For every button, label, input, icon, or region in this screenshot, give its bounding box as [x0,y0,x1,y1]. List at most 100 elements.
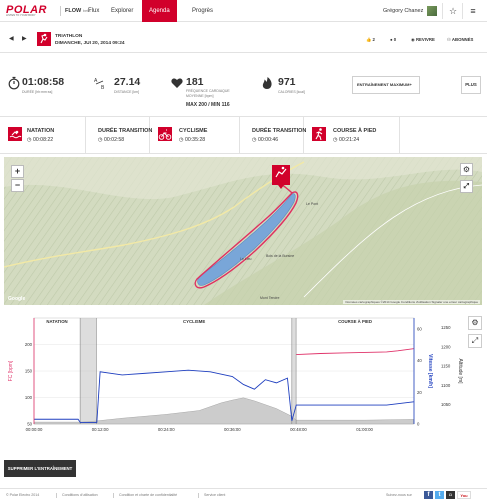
y-axis-label: FC [bpm] [8,360,14,381]
segment-time-value: 00:35:28 [184,137,206,143]
footer: © Polar Electro 2014 Conditions d'utilis… [0,488,487,500]
map-credit[interactable]: Données cartographiques ©2014 Google Con… [343,300,480,304]
user-avatar[interactable] [427,6,437,16]
footer-support-link[interactable]: Service client [204,493,225,497]
comment-button[interactable]: ● 0 [390,37,396,42]
map-place-label: Bois de la Bursine [266,254,294,258]
like-button[interactable]: 👍 2 [366,37,375,43]
altitude-tick-label: 1250 [441,325,451,330]
top-navigation: POLAR LISTEN TO YOUR BODY FLOW beta Flux… [0,0,487,22]
segment-time: ◷ 00:08:22 [27,137,54,143]
duration-value: 01:08:58 [22,76,65,88]
footer-follow-label: Suivez-nous sur [386,493,412,497]
speed-tick-label: 0 [417,422,420,427]
x-tick-label: 00:00:00 [26,427,43,432]
nav-progres[interactable]: Progrès [192,0,213,22]
benefit-dropdown[interactable]: ENTRAÎNEMENT MAXIMUM+ [352,76,420,94]
x-tick-label: 00:12:00 [92,427,109,432]
distance-label: DISTANCE [km] [114,90,140,94]
zoom-out-button[interactable]: − [11,179,24,192]
map-place-label: Le Pont [306,202,318,206]
segment-bike[interactable]: CYCLISME ◷ 00:35:28 [150,117,240,153]
nav-flux[interactable]: Flux [88,0,99,22]
footer-privacy-link[interactable]: Condition et charte de confidentialité [119,493,177,497]
map-settings-icon[interactable]: ⚙ [460,163,473,176]
heart-rate-min-label: MIN [211,102,221,108]
subscribers-button[interactable]: ⚇ ABONNÉS [447,37,473,43]
speed-tick-label: 60 [417,327,422,332]
zoom-in-button[interactable]: + [11,165,24,178]
segment-label: NATATION [46,319,67,324]
nav-agenda[interactable]: Agenda [142,0,177,22]
nav-explorer[interactable]: Explorer [111,0,133,22]
youtube-icon[interactable]: You [457,491,471,499]
sport-segments: NATATION ◷ 00:08:22 DURÉE TRANSITION ◷ 0… [0,116,487,154]
x-tick-label: 00:48:00 [290,427,307,432]
menu-icon[interactable]: ≡ [467,5,479,17]
divider [462,3,463,19]
comment-count: 0 [393,37,397,42]
segment-time-value: 00:08:22 [32,137,54,143]
chart-canvas: NATATION CYCLISME COURSE À PIED50100150200… [8,317,463,432]
session-sport: TRIATHLON [55,34,83,39]
star-icon[interactable]: ☆ [447,5,459,17]
facebook-icon[interactable]: f [424,491,433,499]
review-label: REVIVRE [415,37,435,42]
speed-tick-label: 40 [417,358,422,363]
swim-icon [8,127,22,141]
dropdown-label: ENTRAÎNEMENT MAXIMUM+ [357,82,412,87]
distance-icon: AB [94,78,105,90]
segment-transition-1[interactable]: DURÉE TRANSITION ◷ 00:02:58 [86,117,152,153]
product-name: FLOW beta [60,6,91,16]
user-name[interactable]: Grégory Chanez [383,0,423,22]
map-terrain: Le Lieu Le Pont Bois de la Bursine Mont … [4,157,482,305]
segment-label: COURSE À PIED [338,319,372,324]
segment-swim[interactable]: NATATION ◷ 00:08:22 [0,117,86,153]
logo-tagline: LISTEN TO YOUR BODY [6,14,36,17]
stopwatch-icon [8,76,20,90]
calories-value: 971 [278,76,296,88]
google-logo: Google [8,296,26,302]
footer-copyright: © Polar Electro 2014 [6,493,40,497]
review-button[interactable]: ◉ REVIVRE [411,37,435,43]
chart-fullscreen-icon[interactable]: ⤢ [468,334,482,348]
x-tick-label: 00:36:00 [224,427,241,432]
session-chart[interactable]: NATATION CYCLISME COURSE À PIED 50 100 150 200… [4,310,482,442]
segment-label: CYCLISME [183,319,205,324]
y-tick-label: 200 [25,342,33,347]
segment-title: CYCLISME [179,128,208,134]
segment-time: ◷ 00:00:46 [252,137,279,143]
divider [442,3,443,19]
fullscreen-icon[interactable]: ⤢ [460,180,473,193]
instagram-icon[interactable]: ◘ [446,491,455,499]
segment-time-value: 00:21:24 [338,137,360,143]
next-session-icon[interactable]: ▶ [22,35,27,42]
segment-title: COURSE À PIED [333,128,377,134]
chart-settings-icon[interactable]: ⚙ [468,316,482,330]
heart-rate-label: FRÉQUENCE CARDIAQUE MOYENNE [bpm] [186,89,230,98]
triathlon-icon [37,32,51,46]
bike-icon [158,127,172,141]
heart-rate-value: 181 [186,76,204,88]
segment-time-value: 00:02:58 [103,137,125,143]
delete-training-button[interactable]: SUPPRIMER L'ENTRAÎNEMENT [4,460,76,477]
twitter-icon[interactable]: t [435,491,444,499]
distance-value: 27.14 [114,76,141,88]
polar-logo[interactable]: POLAR LISTEN TO YOUR BODY [6,4,58,18]
plus-button[interactable]: PLUS [461,76,481,94]
divider [113,493,114,498]
like-count: 2 [372,37,375,42]
y-tick-label: 100 [25,395,33,400]
segment-time: ◷ 00:02:58 [98,137,125,143]
session-header: ◀ ▶ TRIATHLON DIMANCHE, JUI 20, 2014 09:… [0,27,487,53]
x-tick-label: 00:24:00 [158,427,175,432]
segment-run[interactable]: COURSE À PIED ◷ 00:21:24 [304,117,400,153]
segment-time-value: 00:00:46 [257,137,279,143]
footer-terms-link[interactable]: Conditions d'utilisation [62,493,98,497]
altitude-tick-label: 1200 [441,344,451,349]
previous-session-icon[interactable]: ◀ [9,35,14,42]
route-map[interactable]: Le Lieu Le Pont Bois de la Bursine Mont … [4,157,482,305]
segment-transition-2[interactable]: DURÉE TRANSITION ◷ 00:00:46 [240,117,306,153]
map-place-label: Le Lieu [240,257,252,261]
product-label: FLOW [65,8,82,14]
